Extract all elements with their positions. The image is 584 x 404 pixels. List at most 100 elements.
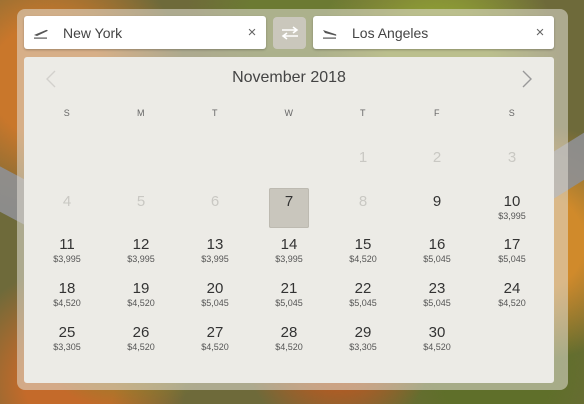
weekday-header: T [212, 108, 218, 118]
weekday-header: T [360, 108, 366, 118]
weekday-header: F [434, 108, 440, 118]
day-number: 14 [280, 236, 298, 253]
day-cell: 8 [343, 188, 383, 228]
day-price: $4,520 [275, 342, 303, 352]
day-cell: 1 [343, 144, 383, 184]
day-cell: 6 [195, 188, 235, 228]
day-cell[interactable]: 23 $5,045 [417, 275, 457, 315]
destination-field[interactable]: Los Angeles × [313, 16, 554, 49]
day-cell[interactable]: 11 $3,995 [47, 231, 87, 271]
next-month-button[interactable] [514, 67, 538, 91]
weekday-header: S [63, 108, 71, 118]
day-price: $4,520 [201, 342, 229, 352]
day-number: 6 [210, 193, 220, 210]
day-cell[interactable]: 19 $4,520 [121, 275, 161, 315]
day-cell[interactable]: 17 $5,045 [492, 231, 532, 271]
weekday-header: S [508, 108, 516, 118]
day-cell[interactable]: 28 $4,520 [269, 319, 309, 359]
day-number: 9 [432, 193, 442, 210]
origin-field[interactable]: New York × [24, 16, 266, 49]
day-price: $4,520 [423, 342, 451, 352]
day-price: $5,045 [423, 298, 451, 308]
day-number: 26 [132, 324, 150, 341]
day-number: 25 [58, 324, 76, 341]
day-cell[interactable]: 27 $4,520 [195, 319, 235, 359]
day-cell[interactable]: 13 $3,995 [195, 231, 235, 271]
day-price: $4,520 [127, 342, 155, 352]
day-number: 11 [59, 236, 75, 253]
day-price: $3,305 [349, 342, 377, 352]
origin-label: New York [63, 24, 123, 41]
weekday-header: W [284, 108, 294, 118]
day-price: $4,520 [53, 298, 81, 308]
day-cell[interactable]: 18 $4,520 [47, 275, 87, 315]
day-price: $4,520 [127, 298, 155, 308]
selected-day-cell[interactable]: 7 [269, 188, 309, 228]
day-cell[interactable]: 22 $5,045 [343, 275, 383, 315]
day-price: $4,520 [498, 298, 526, 308]
day-number: 13 [206, 236, 224, 253]
day-number: 28 [280, 324, 298, 341]
day-cell[interactable]: 30 $4,520 [417, 319, 457, 359]
day-cell[interactable]: 10 $3,995 [492, 188, 532, 228]
day-cell: 3 [492, 144, 532, 184]
weekday-header: M [137, 108, 145, 118]
day-number: 12 [132, 236, 150, 253]
day-number: 10 [503, 193, 521, 210]
day-number: 23 [428, 280, 446, 297]
day-cell[interactable]: 14 $3,995 [269, 231, 309, 271]
plane-landing-icon [323, 29, 337, 39]
swap-arrows-icon [281, 26, 298, 40]
day-number: 8 [358, 193, 368, 210]
clear-origin-button[interactable]: × [238, 24, 266, 41]
day-number: 19 [132, 280, 150, 297]
day-number: 29 [354, 324, 372, 341]
day-number: 21 [280, 280, 298, 297]
day-cell[interactable]: 12 $3,995 [121, 231, 161, 271]
swap-button[interactable] [273, 17, 306, 49]
day-number: 22 [354, 280, 372, 297]
day-price: $5,045 [201, 298, 229, 308]
plane-takeoff-icon [34, 29, 48, 39]
day-price: $3,305 [53, 342, 81, 352]
day-price: $3,995 [275, 254, 303, 264]
day-number: 27 [206, 324, 224, 341]
day-cell[interactable]: 15 $4,520 [343, 231, 383, 271]
day-cell: 4 [47, 188, 87, 228]
day-price: $5,045 [498, 254, 526, 264]
day-number: 7 [284, 193, 294, 210]
day-number: 15 [354, 236, 372, 253]
day-price: $4,520 [349, 254, 377, 264]
day-number: 1 [358, 149, 368, 166]
day-cell[interactable]: 21 $5,045 [269, 275, 309, 315]
day-number: 3 [507, 149, 517, 166]
month-title: November 2018 [232, 69, 346, 86]
day-price: $5,045 [349, 298, 377, 308]
destination-label: Los Angeles [352, 24, 429, 41]
day-cell[interactable]: 16 $5,045 [417, 231, 457, 271]
day-cell[interactable]: 29 $3,305 [343, 319, 383, 359]
day-cell[interactable]: 25 $3,305 [47, 319, 87, 359]
day-number: 17 [503, 236, 521, 253]
day-cell: 5 [121, 188, 161, 228]
day-number: 24 [503, 280, 521, 297]
day-cell[interactable]: 20 $5,045 [195, 275, 235, 315]
day-number: 2 [432, 149, 442, 166]
chevron-right-icon [522, 70, 532, 88]
day-cell[interactable]: 9 [417, 188, 457, 228]
day-number: 20 [206, 280, 224, 297]
calendar: November 2018 S M T W T F S 1 2 3 4 5 6 7 8 9 10 $3,995 11… [24, 57, 554, 383]
day-price: $3,995 [53, 254, 81, 264]
day-price: $5,045 [275, 298, 303, 308]
day-cell[interactable]: 26 $4,520 [121, 319, 161, 359]
day-cell[interactable]: 24 $4,520 [492, 275, 532, 315]
day-number: 5 [136, 193, 146, 210]
day-price: $3,995 [127, 254, 155, 264]
day-price: $3,995 [201, 254, 229, 264]
day-number: 18 [58, 280, 76, 297]
day-number: 4 [62, 193, 72, 210]
clear-destination-button[interactable]: × [526, 24, 554, 41]
day-number: 30 [428, 324, 446, 341]
day-price: $5,045 [423, 254, 451, 264]
day-cell: 2 [417, 144, 457, 184]
